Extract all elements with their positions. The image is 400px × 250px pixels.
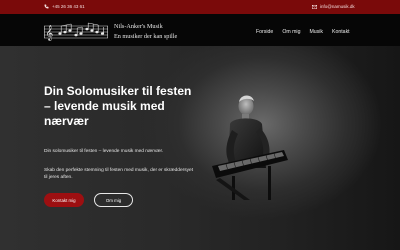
svg-text:𝄞: 𝄞	[46, 26, 54, 41]
nav-item-forside[interactable]: Forside	[256, 29, 273, 35]
nav-item-kontakt[interactable]: Kontakt	[332, 29, 350, 35]
hero-headline: Din Solomusiker til festen – levende mus…	[44, 84, 194, 129]
email-contact[interactable]: info@namusik.dk	[312, 4, 355, 9]
nav-item-musik[interactable]: Musik	[309, 29, 323, 35]
musician-photo	[212, 95, 288, 200]
hero-body: Skab den perfekte stemning til festen me…	[44, 168, 194, 180]
email-address[interactable]: info@namusik.dk	[320, 4, 355, 9]
nav-item-om-mig[interactable]: Om mig	[282, 29, 300, 35]
hero-headline-line-2: – levende musik med	[44, 99, 165, 113]
hero-intro: Din solomusiker til festen – levende mus…	[44, 149, 164, 154]
top-contact-bar: +45 26 36 43 61 info@namusik.dk	[0, 0, 400, 14]
music-staff-logo[interactable]: 𝄞	[44, 22, 108, 42]
about-button[interactable]: Om mig	[94, 193, 133, 207]
phone-icon	[44, 4, 49, 9]
brand-tagline: En musiker der kan spille	[114, 33, 178, 40]
contact-button[interactable]: Kontakt mig	[44, 193, 84, 207]
hero-headline-line-3: nærvær	[44, 114, 89, 128]
nav-menu: Forside Om mig Musik Kontakt	[256, 29, 350, 35]
hero-section	[0, 46, 400, 250]
phone-contact[interactable]: +45 26 36 43 61	[44, 4, 85, 9]
brand-name[interactable]: Nils-Anker's Musik	[114, 23, 163, 30]
hero-headline-line-1: Din Solomusiker til festen	[44, 84, 192, 98]
mail-icon	[312, 4, 317, 9]
phone-number[interactable]: +45 26 36 43 61	[52, 4, 85, 9]
